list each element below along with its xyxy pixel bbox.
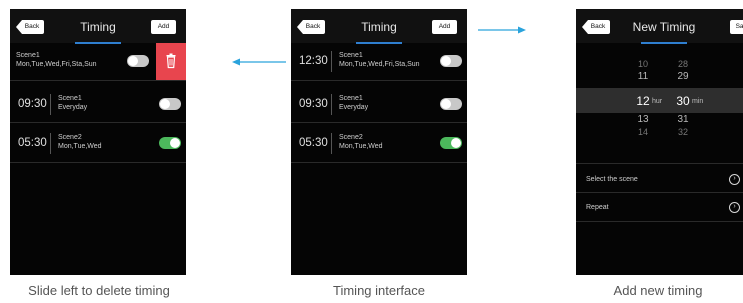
hour-option[interactable]: 14 [628,127,658,138]
timing-row[interactable]: 12:30 Scene1 Mon,Tue,Wed,Fri,Sta,Sun [291,43,467,80]
delete-button[interactable] [156,43,186,80]
chevron-right-circle-icon[interactable]: › [729,174,740,185]
timing-time: 05:30 [299,137,328,149]
timing-time: 05:30 [18,137,47,149]
scene-days: Mon,Tue,Wed,Fri,Sta,Sun [339,61,420,68]
time-separator [331,94,332,115]
phone-screen-new-timing: Back New Timing Save 10 11 12 hur 13 14 … [576,9,743,275]
time-separator [50,94,51,115]
row-divider [291,162,467,163]
toggle-knob [170,138,180,148]
scene-name: Scene1 [58,95,82,102]
scene-name: Scene2 [339,134,363,141]
repeat-label[interactable]: Repeat [586,203,609,212]
enable-toggle[interactable] [127,55,149,67]
caption-delete: Slide left to delete timing [28,283,170,298]
timing-row[interactable]: 05:30 Scene2 Mon,Tue,Wed [291,125,467,162]
scene-name: Scene2 [58,134,82,141]
phone-screen-delete: Back Timing Add Scene1 Mon,Tue,Wed,Fri,S… [10,9,186,275]
toggle-knob [451,138,461,148]
chevron-right-circle-icon[interactable]: › [729,202,740,213]
timing-row[interactable]: 09:30 Scene1 Everyday [10,86,186,123]
timing-time: 09:30 [18,98,47,110]
phone-screen-timing: Back Timing Add 12:30 Scene1 Mon,Tue,Wed… [291,9,467,275]
scene-days: Mon,Tue,Wed,Fri,Sta,Sun [16,61,97,68]
save-button[interactable]: Save [730,20,743,34]
minute-option[interactable]: 29 [668,71,698,82]
row-divider [291,122,467,123]
section-divider [576,192,743,193]
timing-row[interactable]: Scene1 Mon,Tue,Wed,Fri,Sta,Sun [10,43,186,80]
right-arrow-connector [478,26,526,34]
trash-icon [166,53,176,69]
left-arrow-connector [232,58,286,66]
timing-time: 09:30 [299,98,328,110]
timing-row[interactable]: 09:30 Scene1 Everyday [291,86,467,123]
row-divider [10,162,186,163]
scene-days: Everyday [339,104,369,111]
hour-unit: hur [652,98,663,105]
row-divider [10,122,186,123]
enable-toggle[interactable] [440,137,462,149]
scene-name: Scene1 [16,52,40,59]
add-button[interactable]: Add [151,20,176,34]
caption-new-timing: Add new timing [613,283,703,298]
timing-row[interactable]: 05:30 Scene2 Mon,Tue,Wed [10,125,186,162]
toggle-knob [160,99,170,109]
screen-title: New Timing [632,20,696,34]
toggle-knob [441,56,451,66]
row-divider [10,80,186,81]
timing-time: 12:30 [299,55,328,67]
hour-option[interactable]: 11 [628,71,658,82]
enable-toggle[interactable] [159,137,181,149]
section-divider [576,163,743,164]
toggle-knob [441,99,451,109]
minute-option[interactable]: 28 [668,59,698,70]
enable-toggle[interactable] [440,98,462,110]
time-separator [331,51,332,72]
minute-option[interactable]: 31 [668,114,698,125]
scene-days: Mon,Tue,Wed [339,143,383,150]
enable-toggle[interactable] [440,55,462,67]
section-divider [576,221,743,222]
scene-name: Scene1 [339,95,363,102]
row-divider [291,80,467,81]
top-bar: Back Timing Add [291,9,467,44]
minute-option[interactable]: 32 [668,127,698,138]
hour-option[interactable]: 13 [628,114,658,125]
select-scene-label[interactable]: Select the scene [586,175,638,184]
hour-option[interactable]: 10 [628,59,658,70]
scene-name: Scene1 [339,52,363,59]
time-separator [331,133,332,154]
scene-days: Mon,Tue,Wed [58,143,102,150]
title-underline [641,42,687,44]
enable-toggle[interactable] [159,98,181,110]
top-bar: Back Timing Add [10,9,186,44]
add-button[interactable]: Add [432,20,457,34]
top-bar: Back New Timing Save [576,9,743,44]
scene-days: Everyday [58,104,88,111]
toggle-knob [128,56,138,66]
time-separator [50,133,51,154]
caption-timing: Timing interface [333,283,425,298]
minute-unit: min [692,98,704,105]
